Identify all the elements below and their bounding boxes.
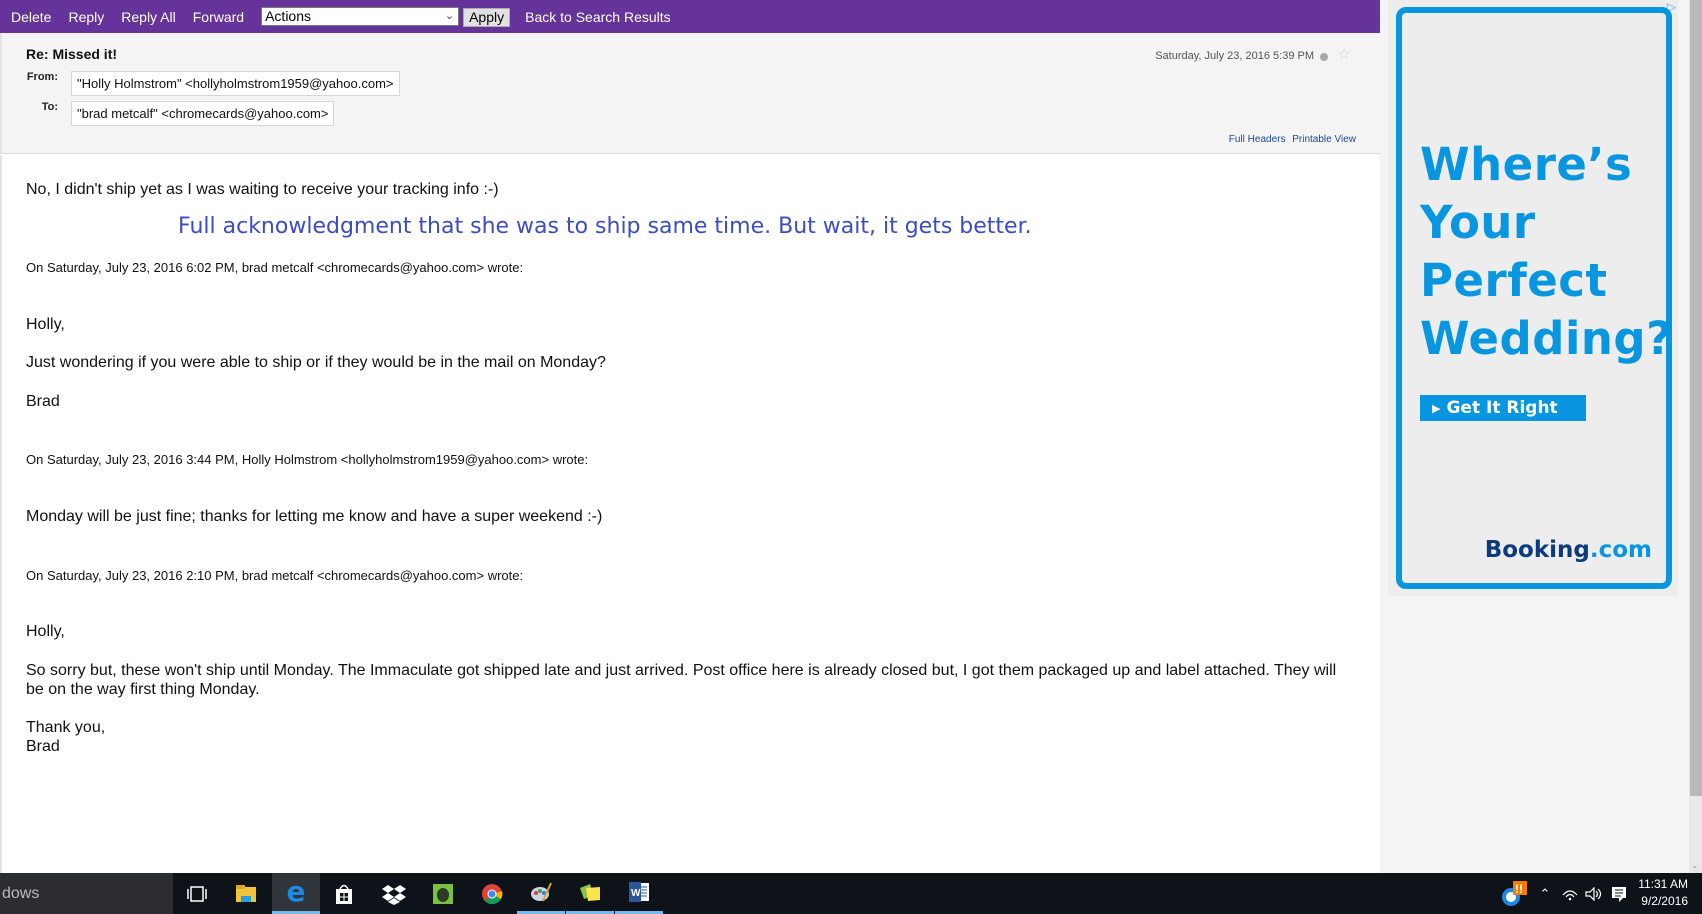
forward-button[interactable]: Forward: [193, 9, 244, 25]
ad-frame: Where’s Your Perfect Wedding? ▶ Get It Ri…: [1396, 7, 1672, 589]
svg-text:W: W: [631, 888, 641, 899]
quote-header: On Saturday, July 23, 2016 3:44 PM, Holl…: [26, 452, 589, 467]
star-icon[interactable]: ☆: [1338, 45, 1351, 63]
delete-button[interactable]: Delete: [11, 9, 51, 25]
quote-signature: Brad: [26, 738, 60, 755]
reply-text: No, I didn't ship yet as I was waiting t…: [26, 181, 499, 198]
to-label: To:: [41, 101, 58, 113]
file-explorer-icon[interactable]: [222, 873, 270, 914]
ad-headline-line: Wedding?: [1420, 312, 1673, 365]
full-headers-link[interactable]: Full Headers: [1229, 134, 1286, 145]
mail-pane: Delete Reply Reply All Forward Actions ⌄…: [0, 0, 1380, 873]
advertisement[interactable]: ▷ Where’s Your Perfect Wedding? ▶ Get It …: [1388, 0, 1678, 596]
paint-icon[interactable]: [517, 873, 565, 914]
quote-text: So sorry but, these won't ship until Mon…: [26, 662, 1337, 679]
scroll-down-arrow-icon[interactable]: ⌄: [1691, 860, 1699, 871]
evernote-icon[interactable]: [419, 873, 467, 914]
back-to-search-results-link[interactable]: Back to Search Results: [525, 9, 671, 25]
scrollbar-thumb[interactable]: [1690, 0, 1702, 796]
printable-view-link[interactable]: Printable View: [1292, 134, 1356, 145]
quote-header: On Saturday, July 23, 2016 6:02 PM, brad…: [26, 260, 524, 275]
quote-header: On Saturday, July 23, 2016 2:10 PM, brad…: [26, 568, 524, 583]
reply-button[interactable]: Reply: [68, 9, 104, 25]
booking-logo: Booking.com: [1485, 537, 1652, 563]
ad-cta-button[interactable]: ▶ Get It Right: [1420, 395, 1586, 421]
chevron-down-icon: ⌄: [444, 10, 455, 22]
message-toolbar: Delete Reply Reply All Forward Actions ⌄…: [0, 0, 1380, 33]
taskbar-search-box[interactable]: dows: [0, 873, 173, 914]
edge-icon[interactable]: e: [272, 873, 320, 914]
header-links: Full Headers Printable View: [1225, 134, 1356, 145]
from-label: From:: [26, 71, 58, 83]
dropbox-icon[interactable]: [370, 873, 418, 914]
quote-text: Just wondering if you were able to ship …: [26, 354, 606, 371]
apply-button[interactable]: Apply: [463, 8, 511, 27]
quote-closing: Thank you,: [26, 719, 106, 736]
from-value[interactable]: "Holly Holmstrom" <hollyholmstrom1959@ya…: [71, 71, 400, 96]
ad-headline-line: Where’s: [1420, 138, 1633, 191]
play-triangle-icon: ▶: [1432, 402, 1441, 415]
show-hidden-icons-chevron-up-icon[interactable]: ⌃: [1535, 873, 1555, 914]
store-icon[interactable]: [320, 873, 368, 914]
task-view-icon[interactable]: [173, 873, 221, 914]
quote-greeting: Holly,: [26, 316, 65, 333]
chrome-icon[interactable]: [468, 873, 516, 914]
ad-cta-label: Get It Right: [1446, 398, 1558, 418]
to-value[interactable]: "brad metcalf" <chromecards@yahoo.com>: [71, 101, 335, 126]
brand-suffix: .com: [1589, 537, 1652, 563]
message-header: Re: Missed it! From: "Holly Holmstrom" <…: [0, 33, 1380, 154]
actions-dropdown[interactable]: Actions ⌄: [261, 7, 460, 26]
quote-text: be on the way first thing Monday.: [26, 681, 260, 698]
sticky-notes-icon[interactable]: [566, 873, 614, 914]
notification-app-icon[interactable]: !!: [1500, 873, 1530, 914]
system-clock[interactable]: 11:31 AM 9/2/2016: [1638, 876, 1688, 910]
message-date: Saturday, July 23, 2016 5:39 PM: [1155, 50, 1314, 62]
clock-date: 9/2/2016: [1641, 894, 1688, 908]
brand-name: Booking: [1484, 537, 1590, 563]
quote-greeting: Holly,: [26, 623, 65, 640]
message-subject: Re: Missed it!: [26, 46, 118, 62]
reply-all-button[interactable]: Reply All: [121, 9, 175, 25]
svg-text:!!: !!: [1515, 882, 1523, 896]
action-center-icon[interactable]: [1607, 873, 1631, 914]
word-icon[interactable]: W: [615, 873, 663, 914]
actions-dropdown-value: Actions: [265, 8, 312, 24]
read-status-dot-icon[interactable]: [1320, 53, 1328, 61]
volume-icon[interactable]: [1583, 873, 1605, 914]
ad-headline: Where’s Your Perfect Wedding?: [1420, 136, 1673, 368]
screen: Delete Reply Reply All Forward Actions ⌄…: [0, 0, 1702, 914]
ad-headline-line: Perfect: [1420, 254, 1608, 307]
quote-signature: Brad: [26, 393, 60, 410]
vertical-scrollbar[interactable]: ⌄: [1689, 0, 1702, 873]
wifi-icon[interactable]: [1559, 873, 1581, 914]
windows-taskbar: dows e W !! ⌃ 11:31 AM 9/2/2016: [0, 873, 1702, 914]
quote-text: Monday will be just fine; thanks for let…: [26, 508, 603, 525]
clock-time: 11:31 AM: [1638, 877, 1688, 891]
annotation-text: Full acknowledgment that she was to ship…: [178, 214, 1032, 239]
ad-headline-line: Your: [1420, 196, 1536, 249]
message-body: No, I didn't ship yet as I was waiting t…: [0, 155, 1380, 873]
